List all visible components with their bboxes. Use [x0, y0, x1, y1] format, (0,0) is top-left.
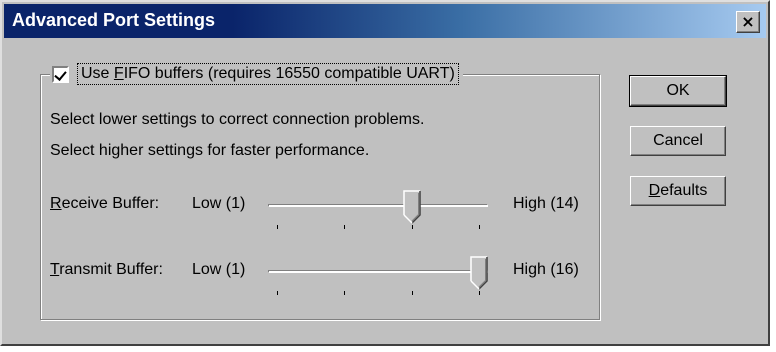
transmit-buffer-label: Transmit Buffer:: [50, 261, 163, 279]
cancel-button[interactable]: Cancel: [630, 126, 726, 156]
fifo-checkbox-row[interactable]: Use FIFO buffers (requires 16550 compati…: [50, 60, 463, 88]
slider-tick: [277, 225, 278, 229]
receive-buffer-hotkey: R: [50, 195, 62, 212]
slider-tick: [479, 225, 480, 229]
receive-buffer-label-rest: eceive Buffer:: [61, 195, 160, 212]
receive-high-label: High (14): [513, 195, 579, 212]
transmit-buffer-slider[interactable]: [268, 256, 488, 302]
info-text-lower: Select lower settings to correct connect…: [50, 111, 425, 128]
slider-tick: [411, 225, 413, 229]
slider-track[interactable]: [268, 270, 488, 273]
defaults-label-rest: efaults: [660, 182, 708, 199]
slider-tick: [479, 291, 480, 295]
window-title: Advanced Port Settings: [12, 10, 216, 30]
fifo-label-hotkey: F: [113, 65, 124, 82]
fifo-checkbox[interactable]: [52, 65, 69, 83]
slider-tick: [344, 225, 346, 229]
slider-thumb[interactable]: [470, 256, 488, 290]
transmit-high-label: High (16): [513, 261, 579, 278]
slider-tick: [277, 291, 278, 295]
close-button[interactable]: ×: [736, 11, 760, 33]
receive-buffer-slider[interactable]: [268, 190, 488, 236]
slider-tick: [344, 291, 346, 295]
transmit-low-label: Low (1): [192, 261, 246, 278]
defaults-button[interactable]: Defaults: [630, 176, 726, 206]
fifo-label-prefix: Use: [81, 65, 114, 82]
transmit-buffer-hotkey: T: [50, 261, 60, 278]
advanced-port-settings-dialog: Advanced Port Settings × Use FIFO buffer…: [0, 0, 770, 346]
fifo-label-rest: IFO buffers (requires 16550 compatible U…: [123, 65, 455, 82]
ok-button[interactable]: OK: [629, 75, 727, 107]
defaults-hotkey: D: [648, 182, 661, 199]
title-bar[interactable]: Advanced Port Settings ×: [4, 4, 766, 38]
slider-track[interactable]: [268, 204, 488, 207]
info-text-higher: Select higher settings for faster perfor…: [50, 142, 370, 159]
receive-buffer-label: Receive Buffer:: [50, 195, 159, 213]
receive-low-label: Low (1): [192, 195, 246, 212]
fifo-label[interactable]: Use FIFO buffers (requires 16550 compati…: [77, 63, 459, 85]
transmit-buffer-label-rest: ransmit Buffer:: [59, 261, 163, 278]
slider-thumb[interactable]: [402, 190, 421, 224]
slider-tick: [411, 291, 413, 295]
